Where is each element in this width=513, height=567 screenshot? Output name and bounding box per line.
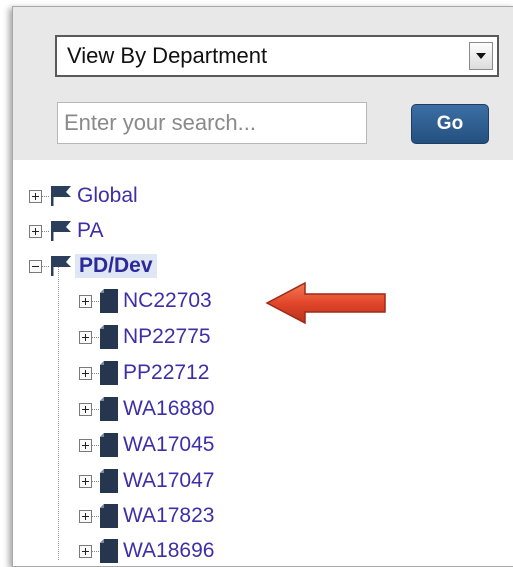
expand-plus-icon[interactable] bbox=[79, 294, 92, 308]
tree-connector bbox=[92, 515, 99, 517]
tree-node-label[interactable]: WA17047 bbox=[123, 469, 214, 493]
expand-plus-icon[interactable] bbox=[79, 509, 92, 523]
tree-connector bbox=[92, 408, 99, 410]
flag-icon bbox=[49, 185, 73, 207]
expand-plus-icon[interactable] bbox=[79, 544, 92, 558]
flag-icon bbox=[49, 255, 73, 277]
tree-node-label[interactable]: NC22703 bbox=[123, 289, 212, 313]
tree-child-node[interactable]: WA17045 bbox=[79, 430, 214, 460]
tree-node-label[interactable]: WA18696 bbox=[123, 539, 214, 563]
document-icon bbox=[99, 468, 119, 494]
expand-plus-icon[interactable] bbox=[79, 438, 92, 452]
document-icon bbox=[99, 288, 119, 314]
tree-node-label[interactable]: PA bbox=[77, 219, 103, 243]
tree-node-label[interactable]: WA16880 bbox=[123, 397, 214, 421]
document-icon bbox=[99, 396, 119, 422]
tree-child-node[interactable]: PP22712 bbox=[79, 358, 209, 388]
window-frame: View By Department Go Global PA bbox=[0, 0, 513, 567]
tree-node-pd-dev[interactable]: PD/Dev bbox=[29, 251, 157, 281]
document-icon bbox=[99, 324, 119, 350]
go-button[interactable]: Go bbox=[411, 104, 489, 144]
tree-connector bbox=[92, 372, 99, 374]
tree-node-label[interactable]: PP22712 bbox=[123, 361, 209, 385]
expand-plus-icon[interactable] bbox=[29, 224, 42, 238]
callout-arrow-icon bbox=[265, 281, 386, 325]
tree-guide-line bbox=[58, 260, 59, 560]
expand-plus-icon[interactable] bbox=[79, 366, 92, 380]
expand-plus-icon[interactable] bbox=[79, 330, 92, 344]
search-input[interactable] bbox=[57, 102, 367, 144]
tree-connector bbox=[92, 336, 99, 338]
tree-node-label[interactable]: Global bbox=[77, 184, 138, 208]
department-select-value: View By Department bbox=[67, 43, 268, 68]
tree-child-node[interactable]: WA17047 bbox=[79, 466, 214, 496]
tree-child-node[interactable]: NC22703 bbox=[79, 286, 212, 316]
tree-child-node[interactable]: NP22775 bbox=[79, 322, 211, 352]
tree-connector bbox=[42, 230, 49, 232]
tree-node-label[interactable]: WA17823 bbox=[123, 504, 214, 528]
tree-node-label[interactable]: NP22775 bbox=[123, 325, 211, 349]
expand-plus-icon[interactable] bbox=[29, 189, 42, 203]
tree-node-pa[interactable]: PA bbox=[29, 216, 103, 246]
tree-child-node[interactable]: WA18696 bbox=[79, 536, 214, 566]
department-select[interactable]: View By Department bbox=[55, 35, 499, 77]
document-icon bbox=[99, 360, 119, 386]
tree-child-node[interactable]: WA17823 bbox=[79, 501, 214, 531]
tree-connector bbox=[92, 444, 99, 446]
document-icon bbox=[99, 538, 119, 564]
document-icon bbox=[99, 432, 119, 458]
flag-icon bbox=[49, 220, 73, 242]
tree-connector bbox=[42, 265, 49, 267]
tree-child-node[interactable]: WA16880 bbox=[79, 394, 214, 424]
expand-plus-icon[interactable] bbox=[79, 402, 92, 416]
tree-connector bbox=[92, 480, 99, 482]
tree-node-global[interactable]: Global bbox=[29, 181, 138, 211]
expand-plus-icon[interactable] bbox=[79, 474, 92, 488]
document-icon bbox=[99, 503, 119, 529]
tree-connector bbox=[92, 550, 99, 552]
tree-connector bbox=[42, 195, 49, 197]
navigation-panel: View By Department Go Global PA bbox=[12, 6, 513, 567]
toolbar: View By Department Go bbox=[13, 7, 513, 160]
tree-node-label[interactable]: WA17045 bbox=[123, 433, 214, 457]
tree-connector bbox=[92, 300, 99, 302]
dropdown-arrow-icon[interactable] bbox=[469, 42, 493, 70]
collapse-minus-icon[interactable] bbox=[29, 259, 42, 273]
tree-node-label-selected[interactable]: PD/Dev bbox=[75, 254, 157, 278]
